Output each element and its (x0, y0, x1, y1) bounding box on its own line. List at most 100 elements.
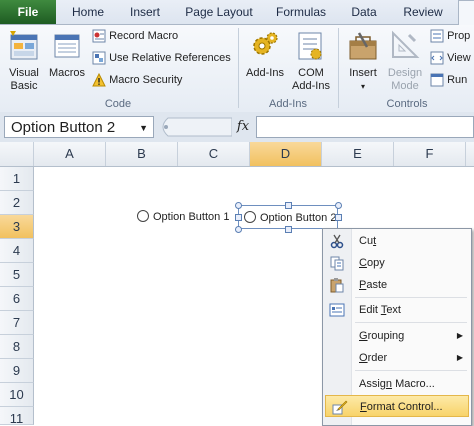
menu-item-paste[interactable]: Paste (323, 274, 471, 296)
warning-icon (92, 73, 106, 87)
row-header-7[interactable]: 7 (0, 311, 34, 335)
menu-item-assign-macro[interactable]: Assign Macro... (323, 373, 471, 395)
record-macro-button[interactable]: Record Macro (92, 29, 178, 43)
submenu-arrow-icon: ▶ (456, 353, 463, 362)
chevron-down-icon[interactable]: ▼ (139, 117, 148, 139)
row-header-11[interactable]: 11 (0, 407, 34, 425)
resize-handle-left[interactable] (235, 214, 242, 221)
insert-control-button[interactable]: Insert ▾ (344, 29, 382, 93)
properties-button[interactable]: Prop (430, 29, 470, 43)
add-ins-group-label: Add-Ins (269, 98, 307, 110)
radio-icon (137, 210, 149, 222)
run-dialog-button[interactable]: Run (430, 73, 467, 87)
column-header-b[interactable]: B (106, 142, 178, 166)
menu-item-cut[interactable]: Cut (323, 230, 471, 252)
row-header-2[interactable]: 2 (0, 191, 34, 215)
properties-icon (430, 29, 444, 43)
macros-button[interactable]: Macros (47, 29, 87, 80)
tab-insert[interactable]: Insert (118, 0, 172, 24)
group-separator (238, 28, 239, 108)
name-box[interactable]: Option Button 2 ▼ (4, 116, 154, 138)
add-ins-label: Add-Ins (246, 67, 284, 79)
design-mode-label: Design Mode (387, 67, 423, 92)
tab-page-layout[interactable]: Page Layout (176, 0, 262, 24)
menu-item-edit-text[interactable]: Edit Text (323, 299, 471, 321)
tab-developer[interactable] (458, 0, 474, 26)
use-relative-references-button[interactable]: Use Relative References (92, 51, 231, 65)
menu-item-format-control-label: Format Control... (360, 401, 443, 413)
com-add-ins-icon (298, 32, 322, 60)
menu-item-cut-label: Cut (359, 235, 377, 247)
column-header-a[interactable]: A (34, 142, 106, 166)
row-header-9[interactable]: 9 (0, 359, 34, 383)
menu-item-copy[interactable]: Copy (323, 252, 471, 274)
submenu-arrow-icon: ▶ (456, 331, 463, 340)
column-header-f[interactable]: F (394, 142, 466, 166)
run-dialog-icon (430, 73, 444, 87)
properties-label: Prop (447, 30, 471, 42)
column-header-e[interactable]: E (322, 142, 394, 166)
record-macro-icon (92, 29, 106, 43)
option-button-2[interactable]: Option Button 2 (244, 211, 336, 225)
row-header-4[interactable]: 4 (0, 239, 34, 263)
group-separator (338, 28, 339, 108)
relative-references-icon (92, 51, 106, 65)
resize-handle-top-right[interactable] (335, 202, 342, 209)
edit-text-icon (329, 303, 345, 317)
tab-formulas[interactable]: Formulas (266, 0, 336, 24)
tab-home[interactable]: Home (62, 0, 114, 24)
resize-handle-bottom-left[interactable] (235, 226, 242, 233)
design-mode-button[interactable]: Design Mode (384, 29, 426, 93)
toolbox-icon (349, 32, 377, 60)
row-header-1[interactable]: 1 (0, 167, 34, 191)
option-button-2-label: Option Button 2 (260, 212, 337, 224)
menu-item-edit-text-label: Edit Text (359, 304, 401, 316)
com-add-ins-button[interactable]: COM Add-Ins (290, 29, 332, 93)
row-header-8[interactable]: 8 (0, 335, 34, 359)
tab-data[interactable]: Data (340, 0, 388, 24)
macros-label: Macros (48, 67, 86, 79)
menu-item-grouping-label: Grouping (359, 330, 405, 342)
formula-bar-divider (162, 117, 232, 137)
tab-review[interactable]: Review (392, 0, 454, 24)
resize-handle-top[interactable] (285, 202, 292, 209)
copy-icon (330, 256, 344, 271)
resize-handle-top-left[interactable] (235, 202, 242, 209)
view-code-icon (430, 51, 444, 65)
ribbon-tab-bar: File Home Insert Page Layout Formulas Da… (0, 0, 474, 26)
row-header-5[interactable]: 5 (0, 263, 34, 287)
code-group-label: Code (104, 98, 132, 110)
add-ins-button[interactable]: Add-Ins (244, 29, 286, 80)
select-all-corner[interactable] (0, 142, 34, 166)
visual-basic-icon (10, 31, 38, 60)
com-add-ins-label: COM Add-Ins (292, 67, 330, 92)
menu-item-format-control[interactable]: Format Control... (325, 395, 469, 417)
menu-item-assign-macro-label: Assign Macro... (359, 378, 435, 390)
insert-control-label: Insert (349, 67, 377, 79)
visual-basic-button[interactable]: Visual Basic (4, 29, 44, 93)
row-header-3[interactable]: 3 (0, 215, 34, 239)
view-code-button[interactable]: View (430, 51, 471, 65)
formula-input[interactable] (256, 116, 474, 138)
menu-item-grouping[interactable]: Grouping ▶ (323, 325, 471, 347)
chevron-down-icon: ▾ (360, 82, 365, 91)
menu-separator (355, 297, 467, 298)
menu-item-order[interactable]: Order ▶ (323, 347, 471, 369)
insert-function-button[interactable]: fx (234, 116, 252, 138)
row-header-10[interactable]: 10 (0, 383, 34, 407)
tab-file[interactable]: File (0, 0, 56, 24)
column-header-d[interactable]: D (250, 142, 322, 166)
option-button-1[interactable]: Option Button 1 (137, 210, 229, 224)
radio-icon (244, 211, 256, 223)
macro-security-button[interactable]: Macro Security (92, 73, 182, 87)
resize-handle-bottom[interactable] (285, 226, 292, 233)
paste-icon (330, 278, 344, 293)
column-header-c[interactable]: C (178, 142, 250, 166)
column-header-bar: A B C D E F (0, 142, 474, 167)
run-dialog-label: Run (447, 74, 468, 86)
menu-item-order-label: Order (359, 352, 388, 364)
resize-handle-right[interactable] (335, 214, 342, 221)
row-header-6[interactable]: 6 (0, 287, 34, 311)
menu-separator (355, 370, 467, 371)
macro-security-label: Macro Security (109, 74, 183, 86)
